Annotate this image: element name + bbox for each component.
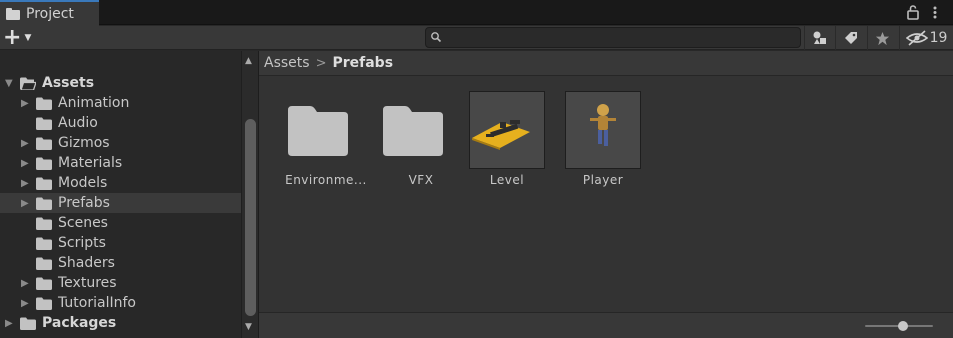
tree-item-audio[interactable]: Audio <box>0 113 241 133</box>
folder-icon <box>36 177 52 190</box>
hidden-packages-toggle[interactable]: 19 <box>899 26 953 50</box>
collapse-arrow-icon[interactable]: ▶ <box>21 178 29 189</box>
folder-icon <box>36 157 52 170</box>
project-toolbar: + ▼ 19 <box>0 26 953 50</box>
tree-item-label: Prefabs <box>58 195 110 211</box>
tree-item-label: Models <box>58 175 108 191</box>
tree-item-label: Packages <box>42 315 117 331</box>
tree-item-packages[interactable]: ▶ Packages <box>0 313 241 333</box>
folder-icon <box>36 97 52 110</box>
create-dropdown-button[interactable]: + ▼ <box>3 27 41 49</box>
window-tab-bar: Project <box>0 0 953 26</box>
folder-icon <box>383 106 443 156</box>
collapse-arrow-icon[interactable]: ▶ <box>21 158 29 169</box>
folder-icon <box>36 197 52 210</box>
tree-item-models[interactable]: ▶ Models <box>0 173 241 193</box>
search-by-label-button[interactable] <box>835 26 865 50</box>
tree-item-label: Scenes <box>58 215 108 231</box>
eye-crossed-icon <box>905 30 928 46</box>
folder-icon <box>6 8 20 20</box>
tree-item-tutorialinfo[interactable]: ▶ TutorialInfo <box>0 293 241 313</box>
tree-item-label: Assets <box>42 75 95 91</box>
zoom-slider-thumb[interactable] <box>898 321 908 331</box>
tree-item-label: Textures <box>58 275 117 291</box>
grid-footer <box>259 312 953 338</box>
collapse-arrow-icon[interactable]: ▶ <box>21 98 29 109</box>
project-tab[interactable]: Project <box>0 0 99 26</box>
breadcrumb: Assets > Prefabs <box>259 51 953 76</box>
collapse-arrow-icon[interactable]: ▶ <box>21 138 29 149</box>
tree-item-label: Audio <box>58 115 98 131</box>
tag-icon <box>844 32 857 44</box>
search-box[interactable] <box>425 27 801 48</box>
tree-item-scripts[interactable]: Scripts <box>0 233 241 253</box>
tree-item-label: Scripts <box>58 235 106 251</box>
scroll-down-icon[interactable]: ▼ <box>245 322 252 332</box>
level-preview-icon <box>472 120 530 150</box>
asset-item-vfx[interactable]: VFX <box>373 91 463 191</box>
player-prefab-thumbnail <box>565 91 641 169</box>
star-icon <box>875 31 890 45</box>
search-by-type-button[interactable] <box>804 26 834 50</box>
tree-item-textures[interactable]: ▶ Textures <box>0 273 241 293</box>
folder-icon <box>36 237 52 250</box>
lock-icon[interactable] <box>906 4 920 21</box>
tree-item-label: TutorialInfo <box>58 295 136 311</box>
scroll-up-icon[interactable]: ▲ <box>245 56 252 66</box>
asset-thumbnail <box>288 91 364 169</box>
asset-thumbnail <box>383 91 459 169</box>
tree-item-gizmos[interactable]: ▶ Gizmos <box>0 133 241 153</box>
collapse-arrow-icon[interactable]: ▶ <box>5 318 13 329</box>
tree-item-materials[interactable]: ▶ Materials <box>0 153 241 173</box>
folder-icon <box>36 217 52 230</box>
folder-open-icon <box>20 77 37 91</box>
collapse-arrow-icon[interactable]: ▶ <box>21 198 29 209</box>
asset-grid-panel: Assets > Prefabs Environme... VFX Level … <box>258 51 953 338</box>
scroll-thumb[interactable] <box>245 119 256 316</box>
chevron-down-icon: ▼ <box>24 33 32 43</box>
folder-icon <box>36 277 52 290</box>
save-search-button[interactable] <box>867 26 897 50</box>
tree-scrollbar[interactable]: ▲ ▼ <box>241 51 258 338</box>
asset-label: Level <box>489 173 525 187</box>
tree-item-label: Materials <box>58 155 123 171</box>
search-input[interactable] <box>446 28 796 47</box>
tree-item-animation[interactable]: ▶ Animation <box>0 93 241 113</box>
asset-label: Player <box>582 173 624 187</box>
folder-icon <box>36 117 52 130</box>
level-prefab-thumbnail <box>469 91 545 169</box>
asset-label: VFX <box>408 173 434 187</box>
folder-icon <box>288 106 348 156</box>
tree-item-label: Shaders <box>58 255 115 271</box>
project-tab-label: Project <box>26 6 74 22</box>
folder-tree: ▼ Assets ▶ Animation Audio ▶ Gizmos ▶ Materials ▶… <box>0 51 241 338</box>
folder-icon <box>36 297 52 310</box>
asset-item-level[interactable]: Level <box>459 91 549 191</box>
tree-item-label: Gizmos <box>58 135 110 151</box>
tree-item-label: Animation <box>58 95 130 111</box>
chevron-right-icon: > <box>315 55 327 71</box>
tree-item-assets[interactable]: ▼ Assets <box>0 73 241 93</box>
breadcrumb-assets[interactable]: Assets <box>264 55 310 71</box>
folder-icon <box>20 317 36 330</box>
tree-item-prefabs[interactable]: ▶ Prefabs <box>0 193 241 213</box>
tree-item-shaders[interactable]: Shaders <box>0 253 241 273</box>
asset-label: Environme... <box>285 173 367 187</box>
asset-item-player[interactable]: Player <box>555 91 645 191</box>
breadcrumb-prefabs[interactable]: Prefabs <box>332 55 393 71</box>
shapes-icon <box>813 31 826 44</box>
folder-icon <box>36 137 52 150</box>
player-preview-icon <box>590 104 616 146</box>
collapse-arrow-icon[interactable]: ▶ <box>21 298 29 309</box>
plus-icon: + <box>3 25 22 50</box>
asset-item-environment[interactable]: Environme... <box>278 91 368 191</box>
more-menu-icon[interactable] <box>928 4 942 21</box>
expand-arrow-icon[interactable]: ▼ <box>5 78 13 89</box>
collapse-arrow-icon[interactable]: ▶ <box>21 278 29 289</box>
hidden-count: 19 <box>929 30 948 46</box>
search-icon <box>431 32 442 43</box>
folder-icon <box>36 257 52 270</box>
tree-item-scenes[interactable]: Scenes <box>0 213 241 233</box>
